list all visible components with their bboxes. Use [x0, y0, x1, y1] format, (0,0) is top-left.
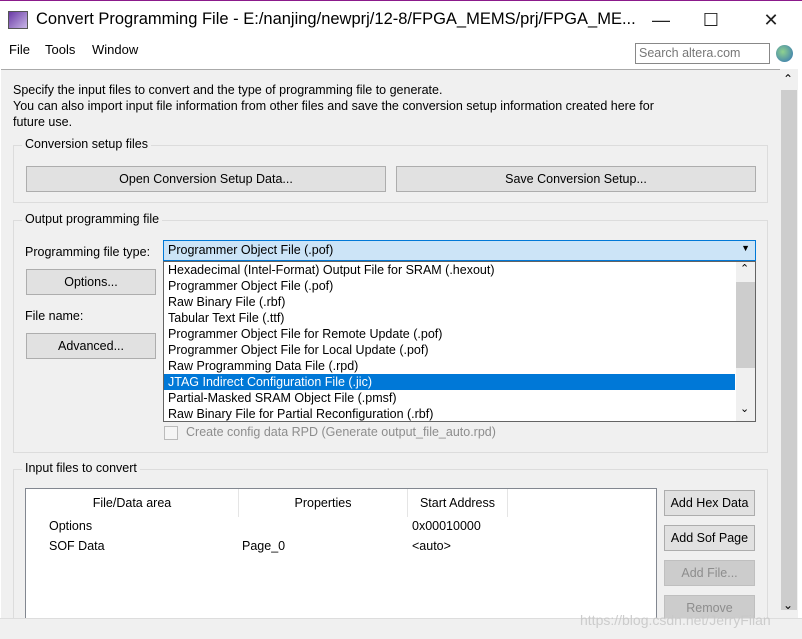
file-type-dropdown: Hexadecimal (Intel-Format) Output File f…: [163, 261, 756, 422]
dropdown-scroll-thumb[interactable]: [736, 282, 755, 368]
file-name-label: File name:: [25, 309, 84, 323]
dropdown-option[interactable]: JTAG Indirect Configuration File (.jic): [164, 374, 735, 390]
chevron-down-icon: ▼: [741, 243, 750, 253]
column-header[interactable]: File/Data area: [26, 489, 239, 517]
dropdown-option[interactable]: Programmer Object File for Local Update …: [164, 342, 735, 358]
group-label: Output programming file: [22, 212, 163, 226]
cell: SOF Data: [49, 539, 105, 553]
chevron-up-icon[interactable]: ⌃: [783, 72, 793, 86]
minimize-button[interactable]: —: [638, 5, 684, 35]
cell: <auto>: [412, 539, 451, 553]
close-button[interactable]: ✕: [748, 5, 794, 35]
group-label: Conversion setup files: [22, 137, 151, 151]
maximize-button[interactable]: ☐: [688, 5, 734, 35]
window-title: Convert Programming File - E:/nanjing/ne…: [36, 10, 636, 28]
chevron-down-icon[interactable]: ⌄: [740, 402, 749, 415]
intro-line: future use.: [13, 115, 73, 129]
dropdown-option[interactable]: Programmer Object File for Remote Update…: [164, 326, 735, 342]
column-header[interactable]: Properties: [239, 489, 408, 517]
chevron-down-icon[interactable]: ⌄: [783, 598, 793, 612]
advanced-button[interactable]: Advanced...: [26, 333, 156, 359]
watermark: https://blog.csdn.net/JerryFilan: [580, 612, 771, 628]
group-label: Input files to convert: [22, 461, 140, 475]
selected-value: Programmer Object File (.pof): [168, 243, 334, 257]
save-setup-button[interactable]: Save Conversion Setup...: [396, 166, 756, 192]
main-scroll-thumb[interactable]: [781, 90, 797, 610]
dropdown-option[interactable]: Hexadecimal (Intel-Format) Output File f…: [164, 262, 735, 278]
conversion-setup-group: Conversion setup files Open Conversion S…: [13, 137, 768, 203]
title-bar: Convert Programming File - E:/nanjing/ne…: [0, 0, 802, 38]
open-setup-button[interactable]: Open Conversion Setup Data...: [26, 166, 386, 192]
add-sof-page-button[interactable]: Add Sof Page: [664, 525, 755, 551]
search-input[interactable]: Search altera.com: [635, 43, 770, 64]
file-type-select[interactable]: Programmer Object File (.pof) ▼: [163, 240, 756, 261]
cell: 0x00010000: [412, 519, 481, 533]
globe-icon[interactable]: [776, 45, 793, 62]
column-header[interactable]: Start Address: [408, 489, 508, 517]
menu-tools[interactable]: Tools: [45, 42, 75, 57]
intro-line: You can also import input file informati…: [13, 99, 654, 113]
dropdown-option[interactable]: Raw Programming Data File (.rpd): [164, 358, 735, 374]
menu-file[interactable]: File: [9, 42, 30, 57]
add-hex-data-button[interactable]: Add Hex Data: [664, 490, 755, 516]
chevron-up-icon[interactable]: ⌃: [740, 262, 749, 275]
file-type-label: Programming file type:: [25, 245, 151, 259]
rpd-checkbox[interactable]: [164, 426, 178, 440]
rpd-checkbox-label: Create config data RPD (Generate output_…: [186, 425, 496, 439]
cell: Options: [49, 519, 93, 533]
options-button[interactable]: Options...: [26, 269, 156, 295]
dropdown-option[interactable]: Raw Binary File (.rbf): [164, 294, 735, 310]
intro-line: Specify the input files to convert and t…: [13, 83, 443, 97]
dropdown-option[interactable]: Programmer Object File (.pof): [164, 278, 735, 294]
app-icon: [8, 11, 28, 29]
cell: Page_0: [242, 539, 286, 553]
dropdown-option[interactable]: Raw Binary File for Partial Reconfigurat…: [164, 406, 735, 422]
menu-window[interactable]: Window: [92, 42, 138, 57]
dropdown-option[interactable]: Tabular Text File (.ttf): [164, 310, 735, 326]
input-files-table: File/Data area Properties Start Address …: [25, 488, 657, 628]
dropdown-option[interactable]: Partial-Masked SRAM Object File (.pmsf): [164, 390, 735, 406]
add-file-button[interactable]: Add File...: [664, 560, 755, 586]
